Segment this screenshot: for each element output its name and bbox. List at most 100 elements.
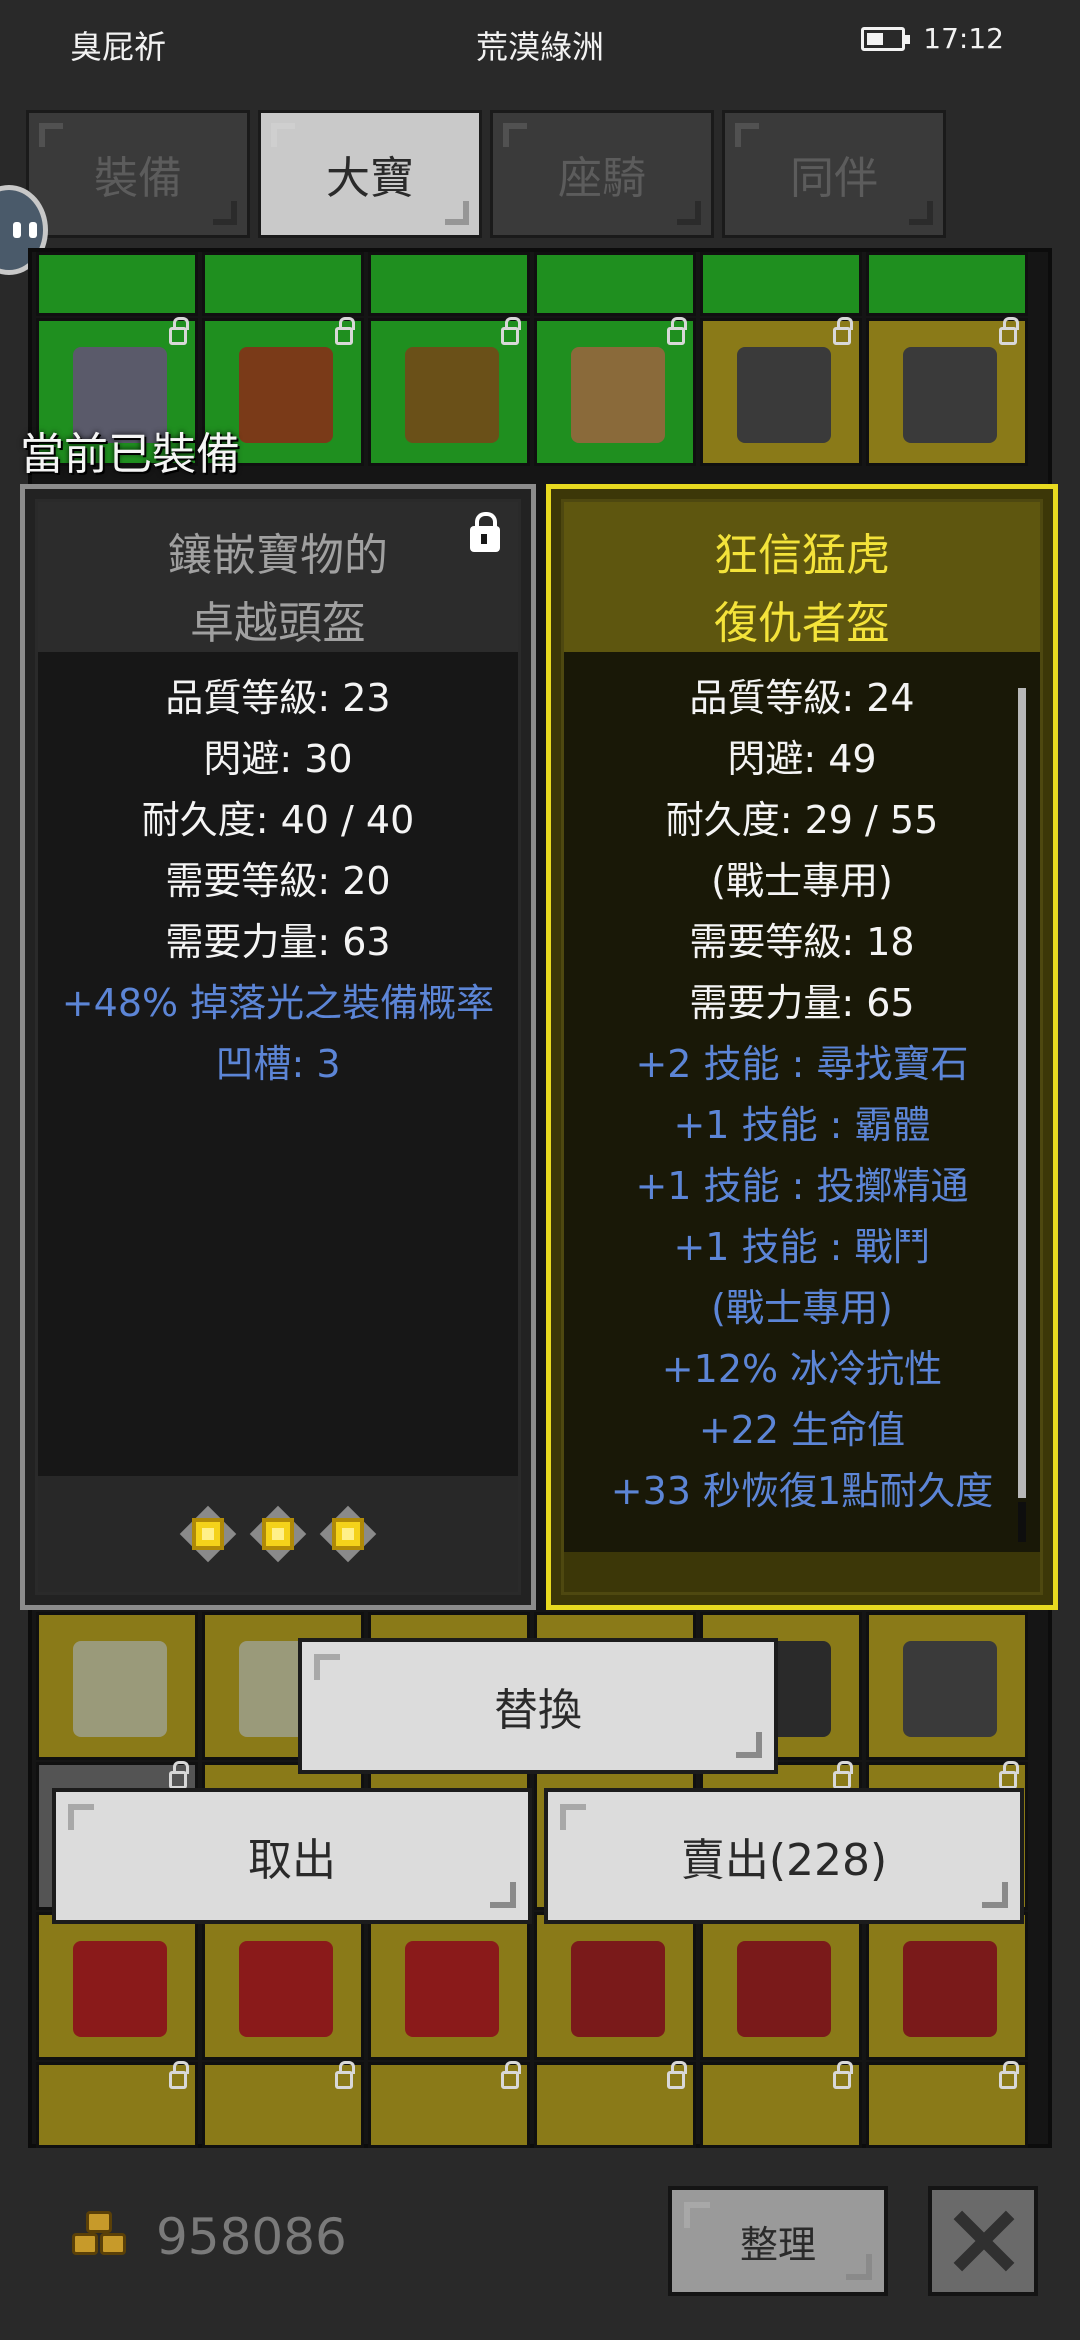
- gold-display: 958086: [70, 2208, 347, 2266]
- padlock-icon[interactable]: [470, 512, 500, 552]
- magic-property: +1 技能 : 投擲精通: [635, 1164, 969, 1208]
- inventory-slot[interactable]: [368, 1912, 530, 2060]
- lock-icon: [999, 1761, 1019, 1789]
- inventory-tabs: 裝備 大寶 座騎 同伴: [26, 110, 946, 238]
- item-name-line2: 復仇者盔: [714, 598, 890, 649]
- status-right: 17:12: [861, 22, 1004, 55]
- magic-property: +1 技能 : 霸體: [673, 1103, 931, 1147]
- inventory-slot[interactable]: [866, 1612, 1028, 1760]
- close-button[interactable]: [928, 2186, 1038, 2296]
- take-out-button[interactable]: 取出: [52, 1788, 532, 1924]
- lock-icon: [335, 317, 355, 345]
- inventory-slot[interactable]: [202, 1912, 364, 2060]
- bow-icon: [571, 1941, 665, 2037]
- pickaxe-icon: [571, 347, 665, 443]
- magic-property: (戰士專用): [711, 1286, 893, 1330]
- sell-button[interactable]: 賣出(228): [544, 1788, 1024, 1924]
- stat-line: 耐久度: 40 / 40: [141, 798, 415, 842]
- item-stats[interactable]: 品質等級: 24 閃避: 49 耐久度: 29 / 55 (戰士專用) 需要等級…: [564, 668, 1040, 1522]
- item-name-line1: 狂信猛虎: [714, 530, 890, 581]
- stat-line: 品質等級: 23: [165, 676, 391, 720]
- inventory-slot[interactable]: [368, 252, 530, 316]
- battery-icon: [861, 26, 911, 51]
- bow-icon: [903, 1941, 997, 2037]
- magic-property: +22 生命值: [698, 1408, 906, 1452]
- tab-label: 大寶: [326, 153, 414, 204]
- magic-property: +2 技能 : 尋找寶石: [635, 1042, 969, 1086]
- tab-equipment[interactable]: 裝備: [26, 110, 250, 238]
- currently-equipped-label: 當前已裝備: [20, 429, 240, 480]
- lock-icon: [833, 2061, 853, 2089]
- inventory-slot[interactable]: [866, 252, 1028, 316]
- inventory-slot[interactable]: [866, 2061, 1028, 2148]
- magic-property: +12% 冰冷抗性: [661, 1347, 943, 1391]
- stats-scrollbar[interactable]: [1018, 688, 1026, 1498]
- stat-line: 閃避: 49: [727, 737, 877, 781]
- sockets-bar: [38, 1476, 518, 1592]
- tab-companion[interactable]: 同伴: [722, 110, 946, 238]
- inventory-slot[interactable]: [534, 1912, 696, 2060]
- lock-icon: [833, 1761, 853, 1789]
- lock-icon: [667, 317, 687, 345]
- magic-property: +48% 掉落光之裝備概率: [61, 981, 495, 1025]
- equipped-item-panel: 鑲嵌寶物的 卓越頭盔 品質等級: 23 閃避: 30 耐久度: 40 / 40 …: [20, 484, 536, 1610]
- inventory-slot[interactable]: [700, 252, 862, 316]
- inventory-slot[interactable]: [36, 1912, 198, 2060]
- gem-icon: [73, 1641, 167, 1737]
- stat-line: 耐久度: 29 / 55: [665, 798, 939, 842]
- stat-line: 需要等級: 18: [689, 920, 915, 964]
- tab-treasure[interactable]: 大寶: [258, 110, 482, 238]
- item-name-line2: 卓越頭盔: [190, 598, 366, 649]
- magic-property: +33 秒恢復1點耐久度: [610, 1469, 994, 1513]
- panel-footer: [564, 1552, 1040, 1592]
- status-bar: 臭屁祈 荒漠綠洲 17:12: [0, 0, 1080, 90]
- inventory-slot[interactable]: [368, 317, 530, 466]
- inventory-slot[interactable]: [36, 1612, 198, 1760]
- inventory-slot[interactable]: [700, 1912, 862, 2060]
- inventory-slot[interactable]: [36, 252, 198, 316]
- inventory-slot[interactable]: [866, 317, 1028, 466]
- gauntlet-icon: [737, 347, 831, 443]
- gold-coins-icon: [70, 2211, 132, 2263]
- socket-gem-icon: [319, 1505, 377, 1563]
- stat-line: (戰士專用): [711, 859, 893, 903]
- inventory-slot[interactable]: [534, 252, 696, 316]
- item-name: 鑲嵌寶物的 卓越頭盔: [38, 502, 518, 652]
- tab-mount[interactable]: 座騎: [490, 110, 714, 238]
- inventory-slot[interactable]: [368, 2061, 530, 2148]
- tab-label: 座騎: [558, 153, 646, 204]
- magic-property: +1 技能 : 戰鬥: [673, 1225, 931, 1269]
- inventory-slot[interactable]: [534, 317, 696, 466]
- inventory-slot[interactable]: [866, 1912, 1028, 2060]
- sort-button-label: 整理: [739, 2222, 816, 2267]
- item-name: 狂信猛虎 復仇者盔: [564, 502, 1040, 652]
- tab-label: 同伴: [790, 153, 878, 204]
- replace-button[interactable]: 替換: [298, 1638, 778, 1774]
- inventory-slot[interactable]: [534, 2061, 696, 2148]
- item-name-line1: 鑲嵌寶物的: [168, 530, 388, 581]
- inventory-slot[interactable]: [36, 2061, 198, 2148]
- take-out-button-label: 取出: [248, 1835, 336, 1886]
- selected-item-panel: 狂信猛虎 復仇者盔 品質等級: 24 閃避: 49 耐久度: 29 / 55 (…: [546, 484, 1058, 1610]
- sell-button-label: 賣出(228): [680, 1835, 888, 1886]
- close-icon: [952, 2210, 1014, 2272]
- item-stats: 品質等級: 23 閃避: 30 耐久度: 40 / 40 需要等級: 20 需要…: [38, 668, 518, 1095]
- inventory-slot[interactable]: [700, 2061, 862, 2148]
- chest-armor-icon: [239, 347, 333, 443]
- replace-button-label: 替換: [494, 1685, 582, 1736]
- socket-gem-icon: [179, 1505, 237, 1563]
- sort-button[interactable]: 整理: [668, 2186, 888, 2296]
- tab-label: 裝備: [94, 153, 182, 204]
- inventory-slot[interactable]: [202, 2061, 364, 2148]
- spear-icon: [239, 1941, 333, 2037]
- stat-line: 需要力量: 63: [165, 920, 391, 964]
- clock-time: 17:12: [923, 22, 1004, 55]
- socket-gem-icon: [249, 1505, 307, 1563]
- inventory-slot[interactable]: [202, 252, 364, 316]
- lock-icon: [999, 2061, 1019, 2089]
- lock-icon: [169, 2061, 189, 2089]
- inventory-slot[interactable]: [700, 317, 862, 466]
- helmet-icon: [405, 347, 499, 443]
- stat-line: 需要等級: 20: [165, 859, 391, 903]
- gold-amount: 958086: [156, 2208, 347, 2266]
